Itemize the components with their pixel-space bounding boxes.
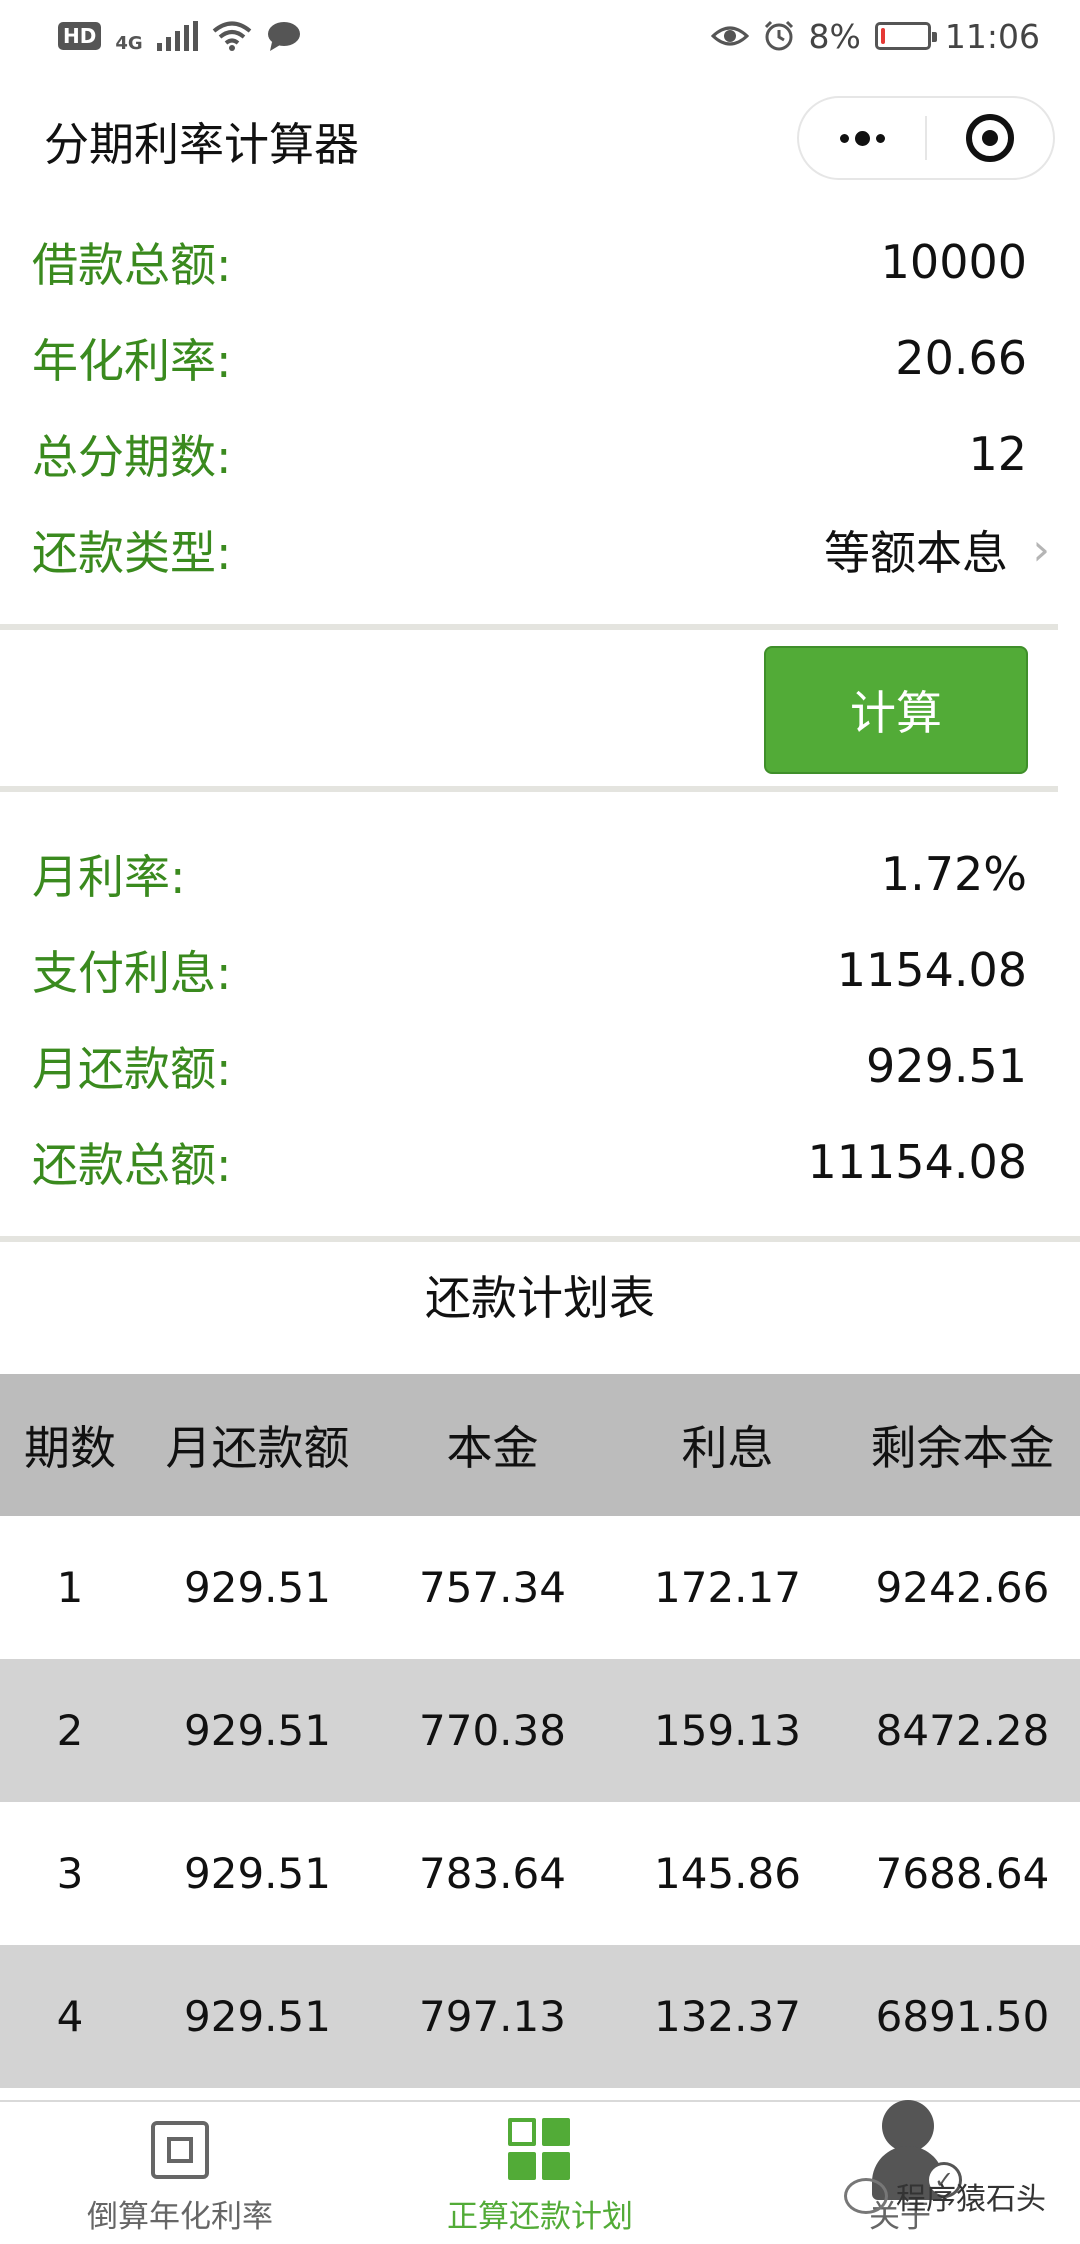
cell-interest: 145.86 — [654, 1849, 801, 1898]
more-icon — [839, 130, 885, 146]
chevron-right-icon: › — [1032, 524, 1050, 576]
loan-amount-input[interactable]: 10000 — [881, 235, 1027, 289]
header-principal: 本金 — [446, 1421, 539, 1475]
wifi-icon — [212, 21, 251, 51]
grid-icon — [508, 2118, 572, 2182]
cell-principal: 757.34 — [419, 1563, 566, 1612]
monthly-payment-label: 月还款额: — [32, 1042, 232, 1096]
more-button[interactable] — [799, 98, 925, 178]
header-remaining-principal: 剩余本金 — [870, 1421, 1055, 1475]
status-bar: HD 4G 8% 11:06 — [0, 0, 1080, 72]
table-row: 3 929.51 783.64 145.86 7688.64 — [0, 1802, 1080, 1945]
close-mini-program-button[interactable] — [927, 98, 1053, 178]
total-repay-value: 11154.08 — [807, 1135, 1028, 1189]
repay-type-label: 还款类型: — [32, 526, 232, 580]
periods-label: 总分期数: — [32, 430, 232, 484]
annual-rate-row[interactable]: 年化利率: 20.66 — [0, 310, 1080, 406]
table-row: 2 929.51 770.38 159.13 8472.28 — [0, 1659, 1080, 1802]
signal-icon — [156, 21, 198, 51]
status-left: HD 4G — [58, 19, 302, 54]
cell-principal: 783.64 — [419, 1849, 566, 1898]
tab-repayment-plan[interactable]: 正算还款计划 — [360, 2102, 720, 2244]
divider — [0, 624, 1058, 630]
tab-bar: 倒算年化利率 正算还款计划 ✓ 关于 程序猿石头 — [0, 2100, 1080, 2244]
cell-remaining: 8472.28 — [875, 1706, 1050, 1755]
cell-monthly-payment: 929.51 — [184, 1706, 331, 1755]
battery-level-fill — [880, 28, 885, 44]
eye-icon — [710, 26, 749, 46]
cell-monthly-payment: 929.51 — [184, 1849, 331, 1898]
monthly-rate-value: 1.72% — [880, 847, 1027, 901]
cell-period: 1 — [56, 1563, 84, 1612]
table-row: 1 929.51 757.34 172.17 9242.66 — [0, 1516, 1080, 1659]
header-interest: 利息 — [681, 1421, 774, 1475]
cell-remaining: 7688.64 — [875, 1849, 1050, 1898]
divider — [0, 786, 1058, 792]
results: 月利率: 1.72% 支付利息: 1154.08 月还款额: 929.51 还款… — [0, 826, 1080, 1210]
status-right: 8% 11:06 — [710, 16, 1040, 56]
schedule-table: 期数 月还款额 本金 利息 剩余本金 1 929.51 757.34 172.1… — [0, 1374, 1080, 2088]
periods-input[interactable]: 12 — [968, 427, 1027, 481]
schedule-title: 还款计划表 — [425, 1271, 655, 1325]
cell-principal: 797.13 — [419, 1992, 566, 2041]
cell-period: 2 — [56, 1706, 84, 1755]
interest-value: 1154.08 — [836, 943, 1027, 997]
cell-period: 4 — [56, 1992, 84, 2041]
repay-type-picker[interactable]: 等额本息 — [824, 517, 1008, 583]
input-form: 借款总额: 10000 年化利率: 20.66 总分期数: 12 还款类型: 等… — [0, 214, 1080, 598]
battery-percent: 8% — [808, 16, 861, 56]
monthly-payment-value: 929.51 — [866, 1039, 1027, 1093]
cell-principal: 770.38 — [419, 1706, 566, 1755]
tab-reverse-rate-label: 倒算年化利率 — [87, 2199, 273, 2235]
annual-rate-label: 年化利率: — [32, 334, 232, 388]
person-icon: ✓ — [868, 2100, 962, 2200]
table-header-row: 期数 月还款额 本金 利息 剩余本金 — [0, 1374, 1080, 1516]
page-title: 分期利率计算器 — [44, 118, 360, 171]
cell-interest: 172.17 — [654, 1563, 801, 1612]
cell-interest: 159.13 — [654, 1706, 801, 1755]
table-row: 4 929.51 797.13 132.37 6891.50 — [0, 1945, 1080, 2088]
nav-bar: 分期利率计算器 — [0, 72, 1080, 202]
clock: 11:06 — [944, 16, 1040, 56]
cell-period: 3 — [56, 1849, 84, 1898]
cell-monthly-payment: 929.51 — [184, 1992, 331, 2041]
cell-monthly-payment: 929.51 — [184, 1563, 331, 1612]
watermark-text: 程序猿石头 — [896, 2182, 1046, 2217]
loan-amount-row[interactable]: 借款总额: 10000 — [0, 214, 1080, 310]
divider — [0, 1236, 1080, 1242]
mini-program-capsule — [797, 96, 1055, 180]
header-monthly-payment: 月还款额 — [165, 1421, 350, 1475]
monthly-rate-row: 月利率: 1.72% — [0, 826, 1080, 922]
total-repay-row: 还款总额: 11154.08 — [0, 1114, 1080, 1210]
interest-row: 支付利息: 1154.08 — [0, 922, 1080, 1018]
annual-rate-input[interactable]: 20.66 — [895, 331, 1027, 385]
cell-remaining: 9242.66 — [875, 1563, 1050, 1612]
calculate-button[interactable]: 计算 — [764, 646, 1028, 774]
header-period: 期数 — [24, 1421, 116, 1475]
watermark: 程序猿石头 — [844, 2174, 1046, 2218]
tab-about[interactable]: ✓ 关于 — [720, 2100, 1080, 2244]
alarm-icon — [764, 20, 793, 51]
target-icon — [965, 114, 1014, 162]
network-type-label: 4G — [115, 32, 143, 54]
chip-icon — [148, 2118, 212, 2182]
periods-row[interactable]: 总分期数: 12 — [0, 406, 1080, 502]
cell-interest: 132.37 — [654, 1992, 801, 2041]
interest-label: 支付利息: — [32, 946, 232, 1000]
cell-remaining: 6891.50 — [875, 1992, 1050, 2041]
chat-bubble-icon — [267, 22, 300, 51]
tab-reverse-rate[interactable]: 倒算年化利率 — [0, 2102, 360, 2244]
repay-type-row[interactable]: 还款类型: 等额本息 › — [0, 502, 1080, 598]
battery-icon — [874, 22, 937, 50]
total-repay-label: 还款总额: — [32, 1138, 232, 1192]
loan-amount-label: 借款总额: — [32, 238, 232, 292]
wechat-icon — [844, 2178, 888, 2214]
monthly-rate-label: 月利率: — [32, 850, 186, 904]
monthly-payment-row: 月还款额: 929.51 — [0, 1018, 1080, 1114]
hd-badge: HD — [58, 22, 102, 50]
tab-repayment-plan-label: 正算还款计划 — [447, 2199, 633, 2235]
